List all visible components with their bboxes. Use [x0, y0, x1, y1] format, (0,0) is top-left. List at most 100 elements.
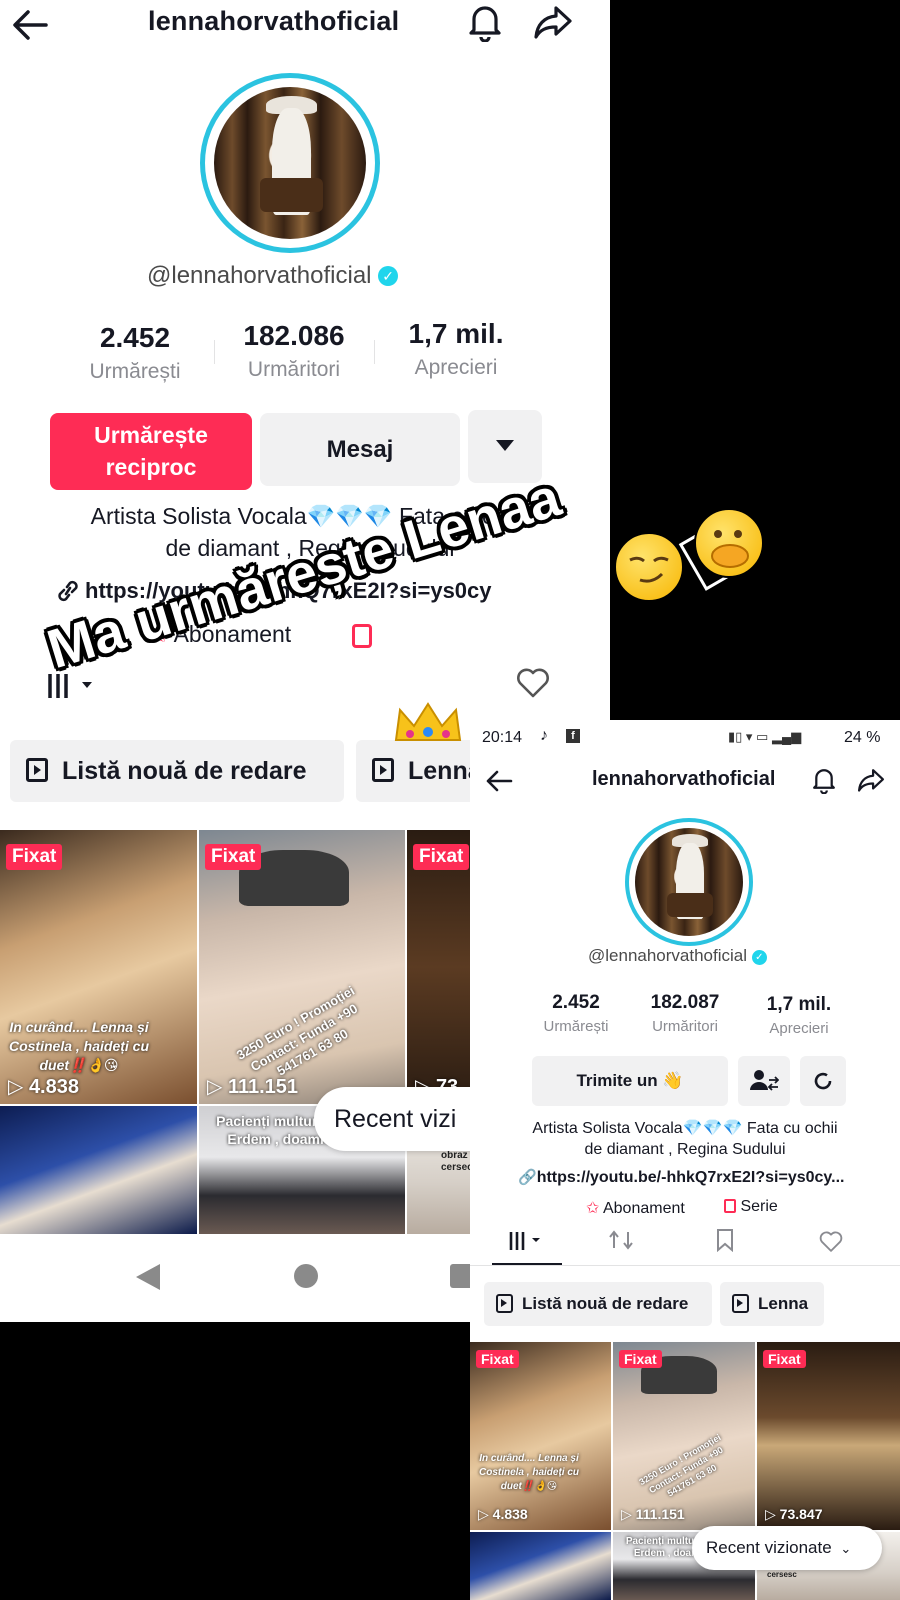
- add-friend-button[interactable]: [738, 1056, 790, 1106]
- series-icon: [724, 1199, 736, 1213]
- tab-liked-heart-icon[interactable]: [818, 1229, 844, 1253]
- smirk-emoji-icon: [614, 532, 684, 602]
- page-title: lennahorvathoficial: [148, 6, 400, 36]
- bio-link-text: https://youtu.be/-hhkQ7rxE2I?si=ys0cy...: [536, 1169, 845, 1186]
- screenshot-small: 20:14 ♪ f ▮▯ ▾ ▭ ▂▄▆ 24 % lennahorvathof…: [470, 720, 900, 1600]
- link-icon: [58, 580, 78, 602]
- user-swap-icon: [750, 1070, 779, 1091]
- following-count: 2.452: [99, 322, 171, 353]
- video-thumbnail[interactable]: [470, 1532, 611, 1600]
- video-caption: In curând.... Lenna și Costinela , haide…: [8, 1019, 150, 1073]
- following-label: Urmărești: [543, 1018, 609, 1035]
- playlist-new-button[interactable]: Listă nouă de redare: [10, 740, 344, 802]
- hand-over-mouth-face-icon: [711, 530, 749, 568]
- playlist-icon: [732, 1294, 749, 1313]
- bio: Artista Solista Vocala💎💎💎 Fata cu ochii …: [490, 1118, 880, 1160]
- message-button[interactable]: Mesaj: [260, 413, 460, 486]
- pinned-badge: Fixat: [205, 844, 262, 870]
- playlist-icon: [496, 1294, 513, 1313]
- playlist-icon: [372, 758, 394, 782]
- page-title: lennahorvathoficial: [592, 768, 776, 790]
- send-greeting-button[interactable]: Trimite un 👋: [532, 1056, 728, 1106]
- video-thumbnail[interactable]: [0, 1106, 197, 1234]
- profile-header: lennahorvathoficial: [0, 0, 610, 50]
- likes-count: 1,7 mil.: [408, 318, 504, 349]
- tab-reposts-icon[interactable]: [608, 1228, 634, 1252]
- following-label: Urmărești: [89, 360, 181, 383]
- view-count-text: 73.847: [779, 1506, 823, 1522]
- tab-saved-bookmark-icon[interactable]: [714, 1228, 736, 1252]
- followers-count: 182.086: [243, 320, 345, 351]
- video-caption: In curând.... Lenna și Costinela , haide…: [478, 1453, 580, 1492]
- video-thumbnail[interactable]: Fixat ▷ 73.847: [757, 1342, 900, 1530]
- playlist-new-button[interactable]: Listă nouă de redare: [484, 1282, 712, 1326]
- tab-videos-grid-icon[interactable]: [508, 1230, 548, 1252]
- username-text: @lennahorvathoficial: [588, 946, 748, 965]
- likes-count: 1,7 mil.: [766, 994, 832, 1015]
- video-caption: 3250 Euro ! Promoției Contact: Funda +90…: [637, 1432, 725, 1499]
- view-count-text: 4.838: [28, 1076, 79, 1098]
- avatar[interactable]: [625, 818, 753, 946]
- video-thumbnail[interactable]: Fixat 3250 Euro ! Promoției Contact: Fun…: [199, 830, 405, 1104]
- series-icon[interactable]: [352, 624, 372, 648]
- refresh-button[interactable]: [800, 1056, 846, 1106]
- avatar[interactable]: [200, 73, 380, 253]
- signal-icons: ▮▯ ▾ ▭ ▂▄▆: [728, 729, 802, 744]
- follow-back-button[interactable]: Urmărește reciproc: [50, 413, 252, 490]
- bio-line-2: de diamant , Regina Sudului: [584, 1141, 786, 1158]
- refresh-icon: [814, 1072, 832, 1090]
- stat-following[interactable]: 2.452 Urmărești: [70, 322, 200, 384]
- avatar-photo: [635, 828, 743, 936]
- bell-icon[interactable]: [810, 766, 838, 794]
- back-arrow-icon[interactable]: [484, 768, 514, 794]
- username-handle: @lennahorvathoficial ✓: [588, 946, 767, 966]
- tiktok-notification-icon: ♪: [540, 727, 548, 744]
- stat-followers[interactable]: 182.086 Urmăritori: [224, 320, 364, 382]
- view-count-text: 111.151: [227, 1076, 299, 1098]
- series-link[interactable]: Serie: [724, 1198, 778, 1216]
- pinned-badge: Fixat: [6, 844, 63, 870]
- followers-label: Urmăritori: [652, 1018, 718, 1035]
- stat-followers[interactable]: 182.087 Urmăritori: [630, 992, 740, 1035]
- active-tab-indicator: [492, 1263, 562, 1265]
- followers-count: 182.087: [650, 992, 720, 1013]
- stat-likes[interactable]: 1,7 mil. Aprecieri: [744, 994, 854, 1037]
- battery-level: 24 %: [844, 729, 881, 746]
- video-thumbnail[interactable]: Fixat 3250 Euro ! Promoției Contact: Fun…: [613, 1342, 755, 1530]
- facebook-notification-icon: f: [566, 729, 580, 743]
- video-thumbnail[interactable]: Fixat In curând.... Lenna și Costinela ,…: [470, 1342, 611, 1530]
- verified-badge-icon: ✓: [751, 950, 767, 965]
- view-count: ▷ 111.151: [621, 1506, 685, 1522]
- likes-label: Aprecieri: [769, 1020, 829, 1037]
- bio-link[interactable]: 🔗https://youtu.be/-hhkQ7rxE2I?si=ys0cy..…: [518, 1168, 844, 1187]
- liked-tab-heart-icon[interactable]: [515, 665, 551, 699]
- playlist-label: Lenna: [408, 757, 476, 785]
- view-count: ▷ 73.847: [765, 1506, 823, 1522]
- username-text: @lennahorvathoficial: [147, 262, 372, 289]
- stat-following[interactable]: 2.452 Urmărești: [526, 992, 626, 1035]
- status-bar: 20:14 ♪ f ▮▯ ▾ ▭ ▂▄▆ 24 %: [470, 720, 900, 756]
- stat-divider: [374, 340, 375, 364]
- subscription-link[interactable]: ✩ Abonament: [586, 1198, 685, 1218]
- share-icon[interactable]: [532, 2, 574, 42]
- share-icon[interactable]: [856, 766, 886, 794]
- playlist-lenna-button[interactable]: Lenna: [356, 740, 476, 802]
- bio-line-1: Artista Solista Vocala💎💎💎 Fata cu ochii: [532, 1120, 838, 1137]
- bell-icon[interactable]: [466, 2, 504, 42]
- nav-back-icon[interactable]: [136, 1264, 160, 1290]
- view-count: ▷ 4.838: [478, 1506, 528, 1522]
- nav-home-icon[interactable]: [294, 1264, 318, 1288]
- username-handle: @lennahorvathoficial ✓: [147, 262, 399, 290]
- verified-badge-icon: ✓: [378, 266, 399, 286]
- stat-likes[interactable]: 1,7 mil. Aprecieri: [386, 318, 526, 380]
- pinned-badge: Fixat: [476, 1350, 519, 1368]
- recently-viewed-button[interactable]: Recent vizionate ⌄: [692, 1526, 882, 1570]
- link-icon: 🔗: [518, 1169, 537, 1186]
- back-arrow-icon[interactable]: [10, 6, 50, 44]
- video-thumbnail[interactable]: Fixat In curând.... Lenna și Costinela ,…: [0, 830, 197, 1104]
- status-time: 20:14: [482, 729, 523, 746]
- series-label: Serie: [740, 1198, 778, 1215]
- playlist-lenna-button[interactable]: Lenna: [720, 1282, 824, 1326]
- view-count: ▷ 111.151: [207, 1076, 299, 1098]
- stat-divider: [214, 340, 215, 364]
